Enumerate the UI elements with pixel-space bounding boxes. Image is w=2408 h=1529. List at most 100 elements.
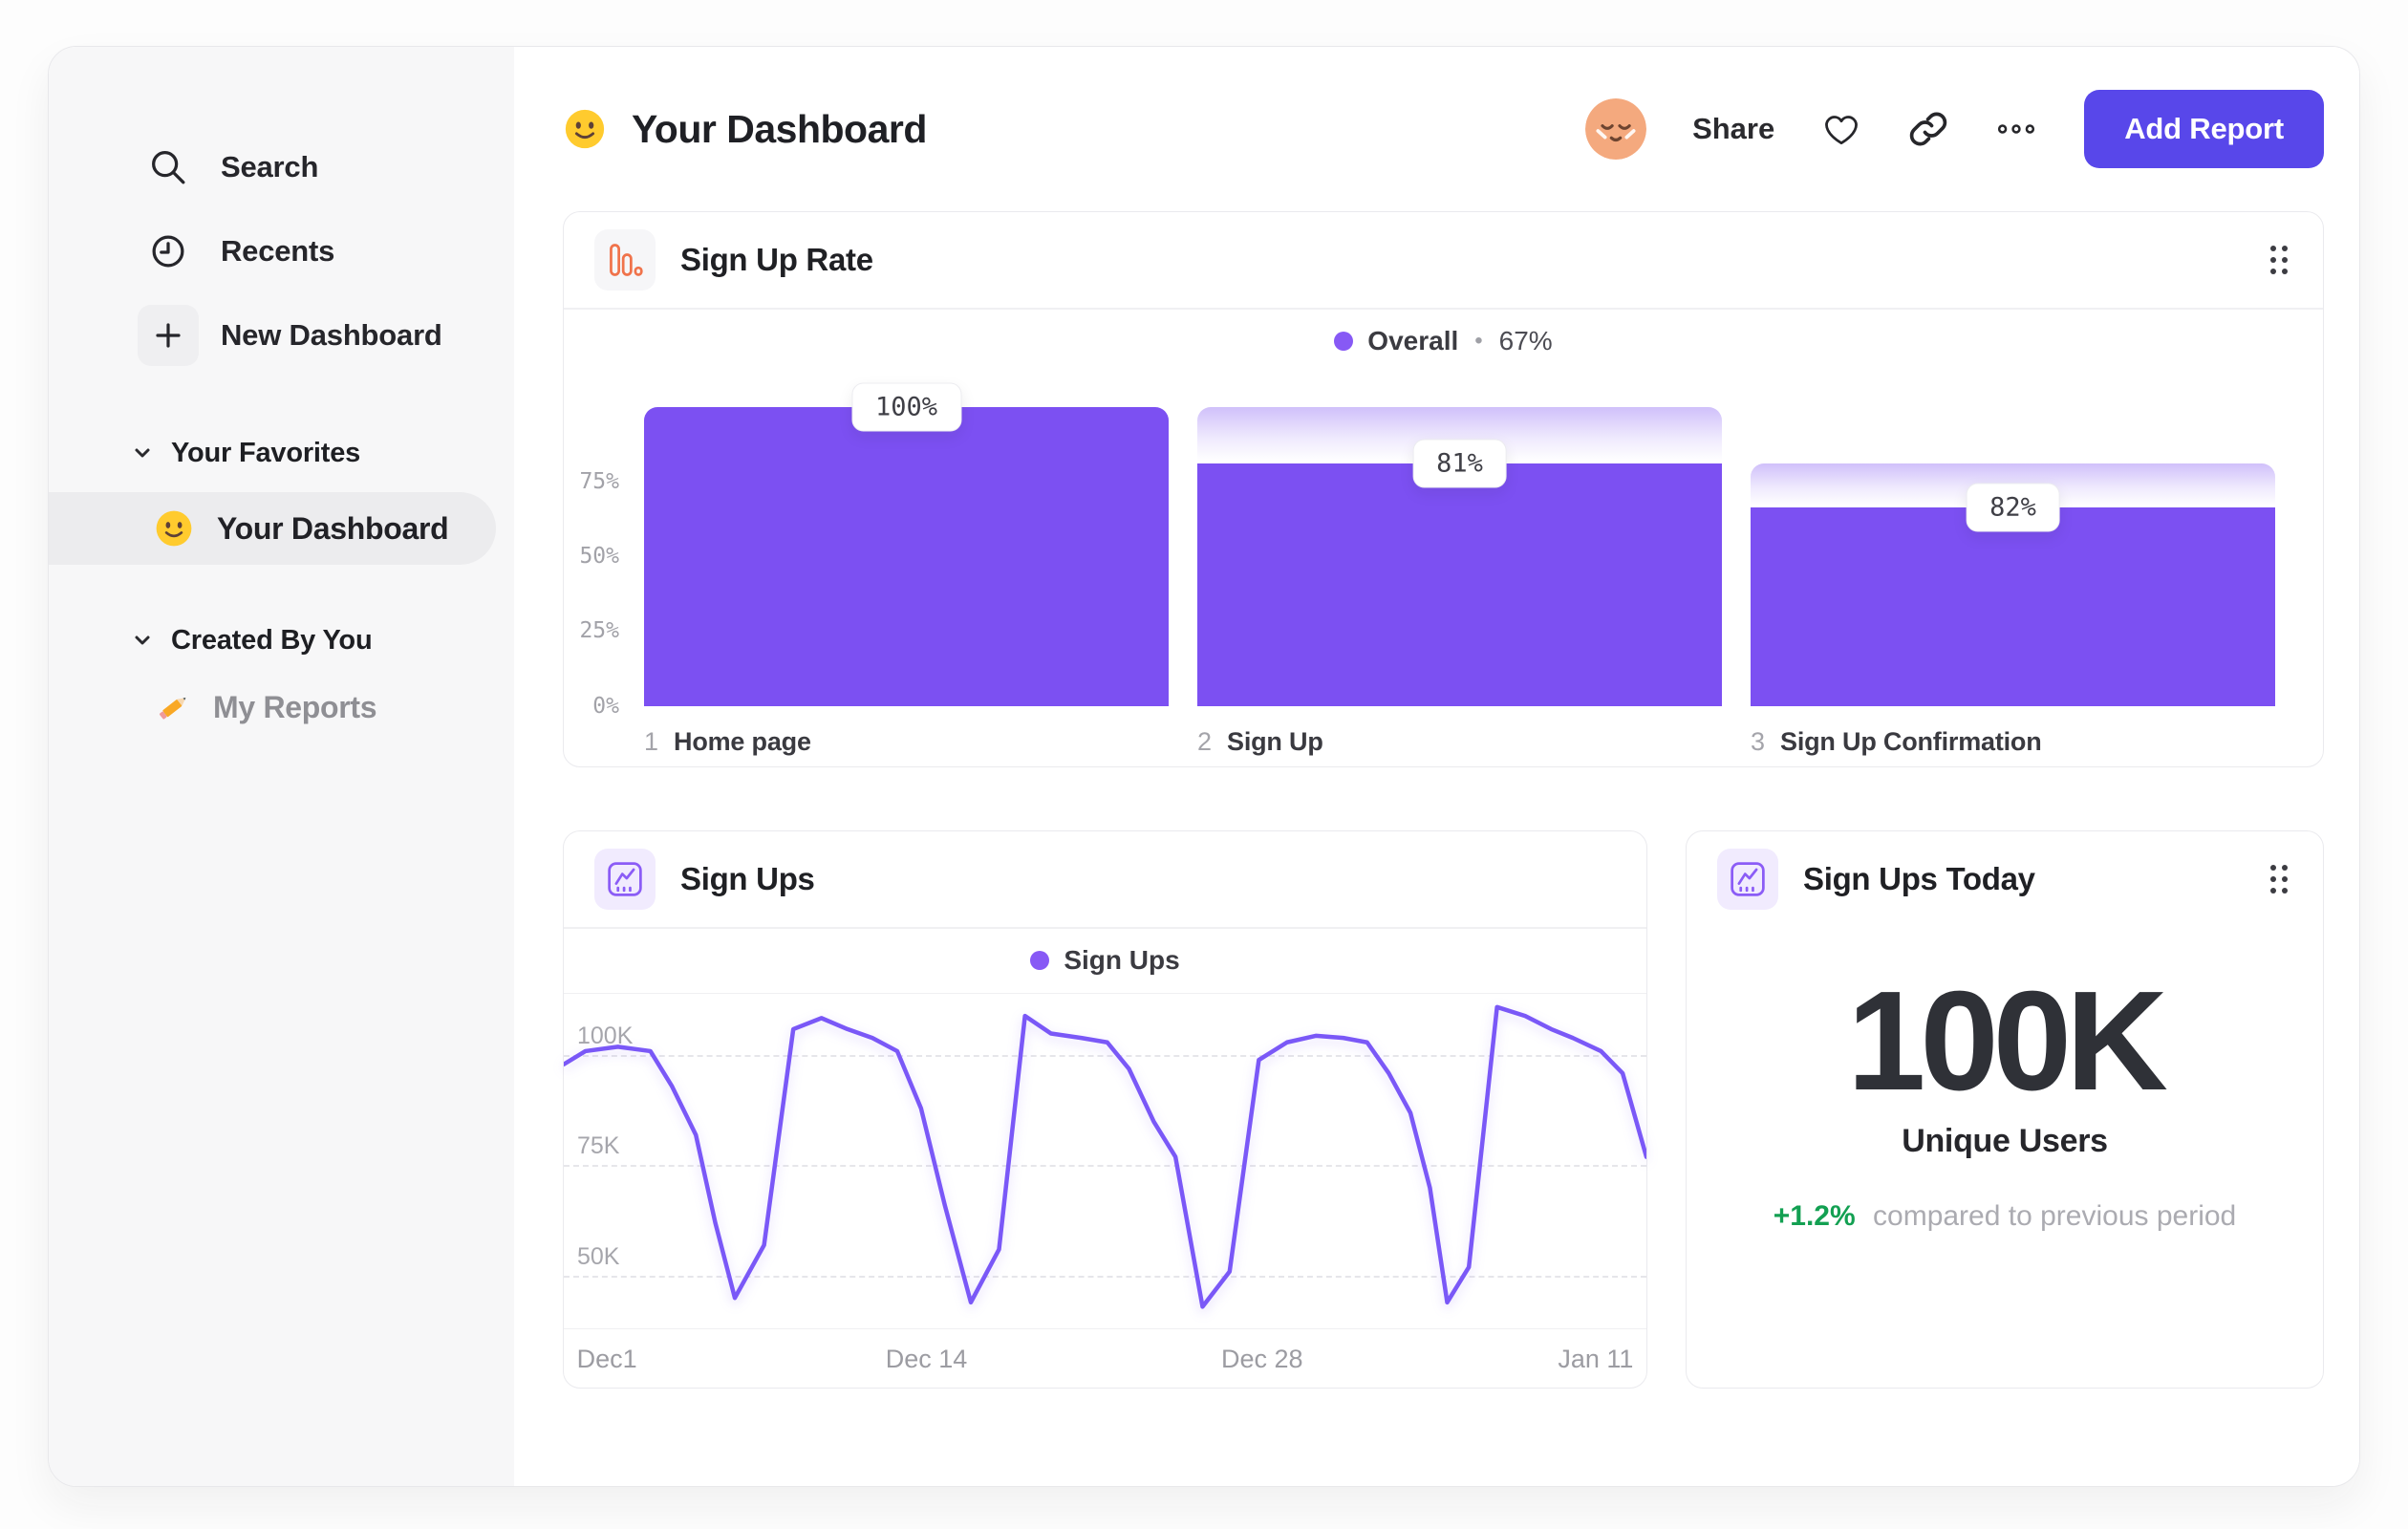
legend-value: 67% (1498, 325, 1553, 355)
funnel-y-tick: 75% (579, 468, 619, 494)
legend-dot (1334, 331, 1354, 351)
share-button[interactable]: Share (1692, 112, 1774, 146)
add-report-button[interactable]: Add Report (2084, 90, 2324, 168)
favorite-button[interactable] (1820, 108, 1862, 150)
step-index: 2 (1197, 726, 1213, 756)
sign-ups-today-card: Sign Ups Today 100K Unique Users +1.2% c… (1686, 830, 2324, 1389)
legend-separator: • (1474, 327, 1483, 354)
avatar-face-icon (1585, 98, 1647, 160)
legend-dot (1030, 951, 1050, 970)
avatar[interactable] (1585, 98, 1647, 160)
funnel-bars: 100% 81% 82% (644, 382, 2275, 706)
chevron-down-icon (135, 635, 150, 645)
sidebar-section-created-by-you[interactable]: Created By You (49, 613, 514, 668)
pencil-emoji-icon (159, 698, 186, 720)
x-axis-label: Dec 14 (885, 1345, 968, 1373)
legend-label: Sign Ups (1064, 945, 1180, 975)
card-title: Sign Ups (680, 861, 815, 896)
funnel-step-label: 2 Sign Up (1197, 727, 1722, 757)
card-title: Sign Up Rate (680, 242, 873, 277)
smiley-emoji-icon (565, 109, 605, 149)
card-title: Sign Ups Today (1803, 861, 2035, 896)
sidebar-item-label: Recents (221, 234, 335, 268)
step-name: Sign Up Confirmation (1780, 726, 2042, 756)
step-index: 1 (644, 726, 659, 756)
signups-plot: 100K 75K 50K (564, 994, 1646, 1329)
main-content: Your Dashboard Share Add Report Sign Up … (514, 47, 2359, 1486)
funnel-step-labels: 1 Home page 2 Sign Up 3 Sign Up Confirma… (564, 706, 2323, 757)
funnel-chart: 75% 50% 25% 0% 100% 81% 82% (564, 373, 2323, 719)
step-name: Home page (674, 726, 811, 756)
funnel-y-tick: 50% (579, 544, 619, 569)
desktop-background: Search Recents New Dashboard Your Favori… (0, 0, 2408, 1529)
funnel-value-tooltip: 81% (1412, 439, 1507, 488)
step-index: 3 (1751, 726, 1766, 756)
copy-link-button[interactable] (1908, 109, 1948, 149)
sidebar-item-your-dashboard[interactable]: Your Dashboard (49, 492, 496, 565)
sidebar-item-my-reports[interactable]: My Reports (49, 674, 514, 741)
link-icon (1910, 112, 1947, 146)
search-icon (152, 151, 185, 184)
sidebar-item-recents[interactable]: Recents (49, 209, 514, 293)
drag-handle[interactable] (2266, 241, 2292, 279)
kpi-delta-note: compared to previous period (1873, 1200, 2237, 1233)
line-chart-icon (1717, 849, 1778, 910)
x-axis-label: Dec1 (576, 1345, 637, 1373)
funnel-bar-sign-up[interactable]: 81% (1197, 406, 1722, 706)
sign-ups-card: Sign Ups Sign Ups 100K 75K 50K Dec1 Dec 14 D… (563, 830, 1647, 1389)
funnel-y-axis: 75% 50% 25% 0% (564, 407, 644, 719)
header-actions: Share Add Report (1585, 90, 2324, 168)
ellipsis-icon (1998, 124, 2035, 134)
section-label: Your Favorites (171, 437, 361, 468)
sidebar-item-search[interactable]: Search (49, 125, 514, 209)
more-options-button[interactable] (1994, 107, 2038, 151)
smiley-emoji-icon (156, 510, 192, 547)
signup-rate-legend: Overall • 67% (564, 310, 2323, 373)
funnel-value-tooltip: 82% (1966, 483, 2060, 532)
funnel-bar-home-page[interactable]: 100% (644, 382, 1169, 706)
plus-icon (138, 305, 199, 366)
kpi-body: 100K Unique Users +1.2% compared to prev… (1687, 927, 2323, 1233)
sign-ups-card-header: Sign Ups (564, 831, 1646, 927)
funnel-value-tooltip: 100% (850, 382, 962, 431)
signups-x-axis: Dec1 Dec 14 Dec 28 Jan 11 (564, 1328, 1646, 1388)
section-label: Created By You (171, 624, 373, 656)
step-name: Sign Up (1227, 726, 1323, 756)
kpi-value: 100K (1847, 962, 2168, 1120)
funnel-bar-sign-up-confirmation[interactable]: 82% (1751, 407, 2275, 706)
sidebar: Search Recents New Dashboard Your Favori… (49, 47, 514, 1486)
kpi-delta: +1.2% (1773, 1200, 1856, 1233)
sidebar-item-new-dashboard[interactable]: New Dashboard (49, 293, 514, 377)
heart-icon (1825, 116, 1859, 145)
clock-icon (152, 235, 184, 268)
funnel-bar-fill (644, 406, 1169, 706)
funnel-bar-fill (1197, 463, 1722, 706)
sidebar-item-label: Search (221, 150, 319, 183)
sign-ups-today-header: Sign Ups Today (1687, 831, 2323, 927)
kpi-label: Unique Users (1902, 1123, 2108, 1160)
signup-rate-card: Sign Up Rate Overall • 67% 75% 50% 25% 0… (563, 211, 2324, 767)
drag-handle[interactable] (2266, 860, 2292, 898)
page-title: Your Dashboard (632, 106, 927, 151)
legend-label: Overall (1367, 325, 1459, 355)
funnel-y-tick: 0% (592, 693, 619, 719)
title-wrap: Your Dashboard (563, 107, 927, 152)
funnel-y-tick: 25% (579, 618, 619, 644)
line-chart-icon (594, 849, 656, 910)
kpi-delta-row: +1.2% compared to previous period (1687, 1200, 2323, 1233)
chevron-down-icon (135, 448, 150, 458)
funnel-step-label: 1 Home page (644, 727, 1169, 757)
sidebar-item-label: Your Dashboard (217, 510, 449, 546)
funnel-step-label: 3 Sign Up Confirmation (1751, 727, 2275, 757)
signups-line-chart[interactable] (564, 994, 1646, 1329)
signup-rate-card-header: Sign Up Rate (564, 212, 2323, 308)
x-axis-label: Dec 28 (1221, 1345, 1303, 1373)
app-window: Search Recents New Dashboard Your Favori… (48, 46, 2360, 1487)
sidebar-section-your-favorites[interactable]: Your Favorites (49, 425, 514, 481)
x-axis-label: Jan 11 (1558, 1345, 1634, 1373)
funnel-bar-fill (1751, 506, 2275, 706)
dashboard-header: Your Dashboard Share Add Report (563, 85, 2324, 173)
sidebar-item-label: New Dashboard (221, 318, 442, 352)
sign-ups-legend: Sign Ups (564, 929, 1646, 994)
dashboard-row-2: Sign Ups Sign Ups 100K 75K 50K Dec1 Dec 14 D… (563, 830, 2324, 1389)
